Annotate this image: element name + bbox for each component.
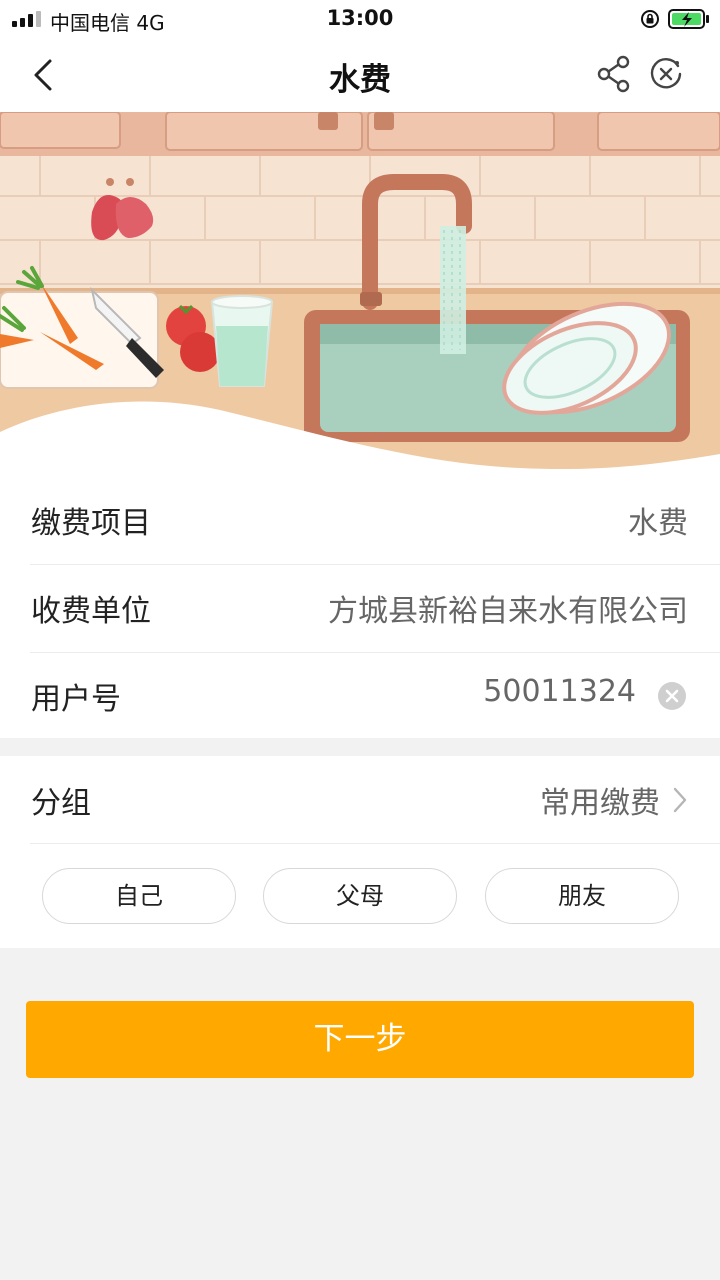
chip-parents[interactable]: 父母 [263,868,457,924]
account-number-row: 用户号 50011324 [0,652,720,740]
chip-self[interactable]: 自己 [42,868,236,924]
account-number-label: 用户号 [31,682,121,717]
battery-icon [668,9,709,29]
group-chips: 自己 父母 朋友 [42,868,682,924]
rotation-lock-icon [641,10,659,28]
group-label: 分组 [31,786,91,821]
payee-label: 收费单位 [31,594,151,629]
banner-illustration [0,112,720,480]
group-card: 分组 常用缴费 自己 父母 朋友 [0,756,720,948]
navigation-bar: 水费 [0,38,720,112]
group-selector[interactable]: 分组 常用缴费 [30,756,720,844]
chevron-left-icon[interactable] [26,56,62,94]
next-step-button[interactable]: 下一步 [26,1001,694,1078]
payment-item-label: 缴费项目 [31,506,151,541]
payee-value: 方城县新裕自来水有限公司 [328,594,688,629]
chevron-right-icon[interactable] [672,786,688,814]
payment-info-card: 缴费项目 水费 收费单位 方城县新裕自来水有限公司 用户号 50011324 [0,476,720,738]
status-bar: 中国电信 4G 13:00 [0,0,720,38]
group-value: 常用缴费 [540,786,660,821]
clear-icon[interactable] [658,682,686,710]
status-time: 13:00 [326,6,394,30]
payment-item-row: 缴费项目 水费 [0,476,720,564]
payee-row: 收费单位 方城县新裕自来水有限公司 [0,564,720,652]
share-icon[interactable] [594,54,634,94]
account-number-input[interactable]: 50011324 [483,674,636,709]
chip-friends[interactable]: 朋友 [485,868,679,924]
close-circle-icon[interactable] [648,56,684,92]
payment-item-value: 水费 [628,506,688,541]
